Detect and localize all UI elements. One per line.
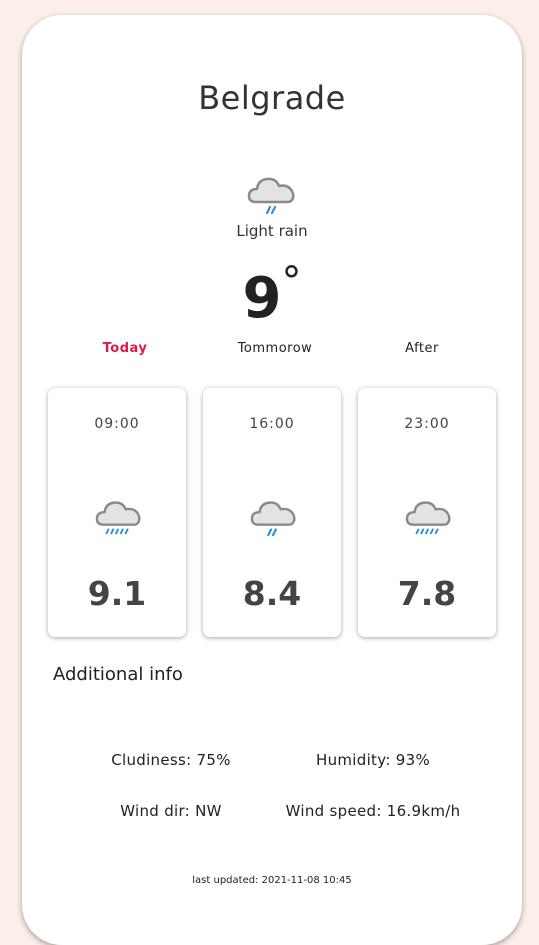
weather-card: Belgrade Light rain 9° Today Tommorow Af… bbox=[22, 15, 522, 945]
current-temperature: 9° bbox=[22, 259, 522, 331]
cloudiness-info: Cludiness: 75% bbox=[111, 751, 231, 769]
hour-time: 09:00 bbox=[94, 416, 140, 432]
last-updated: last updated: 2021-11-08 10:45 bbox=[192, 875, 352, 886]
hour-temperature: 8.4 bbox=[242, 574, 302, 613]
moderate-rain-cloud-icon bbox=[405, 501, 451, 535]
light-rain-cloud-icon bbox=[247, 177, 295, 215]
degree-symbol: ° bbox=[281, 259, 302, 305]
day-tabs: Today Tommorow After bbox=[22, 341, 522, 361]
hour-time: 16:00 bbox=[249, 416, 295, 432]
hour-temperature: 7.8 bbox=[397, 574, 457, 613]
tab-tomorrow[interactable]: Tommorow bbox=[238, 341, 313, 356]
hour-temperature: 9.1 bbox=[87, 574, 147, 613]
wind-speed-info: Wind speed: 16.9km/h bbox=[285, 802, 461, 820]
additional-info-title: Additional info bbox=[53, 664, 183, 685]
weather-condition: Light rain bbox=[236, 222, 308, 240]
city-name: Belgrade bbox=[198, 79, 346, 117]
tab-after[interactable]: After bbox=[405, 341, 439, 356]
humidity-info: Humidity: 93% bbox=[316, 751, 430, 769]
wind-direction-info: Wind dir: NW bbox=[120, 802, 222, 820]
hour-card[interactable]: 16:00 8.4 bbox=[203, 388, 341, 637]
hour-time: 23:00 bbox=[404, 416, 450, 432]
temperature-value: 9 bbox=[242, 266, 282, 331]
light-rain-cloud-icon bbox=[250, 501, 296, 537]
tab-today[interactable]: Today bbox=[103, 341, 148, 356]
moderate-rain-cloud-icon bbox=[95, 501, 141, 535]
hour-card[interactable]: 09:00 9.1 bbox=[48, 388, 186, 637]
hour-card[interactable]: 23:00 7.8 bbox=[358, 388, 496, 637]
